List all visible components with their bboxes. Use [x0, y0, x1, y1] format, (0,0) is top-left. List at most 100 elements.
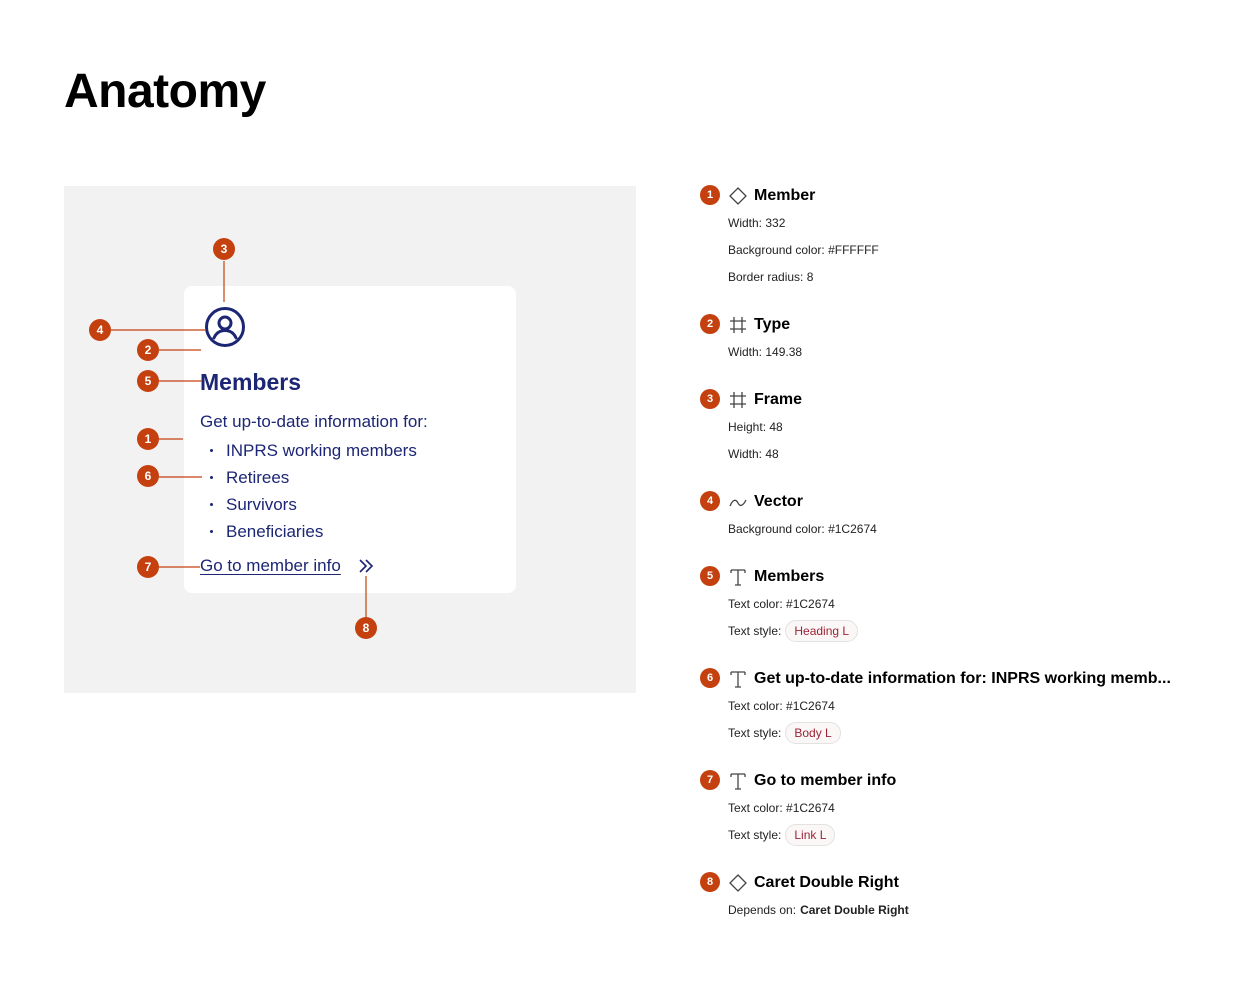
component-diamond-icon	[729, 874, 747, 892]
list-item: Retirees	[210, 464, 417, 491]
property-label: Width:	[728, 345, 763, 359]
caret-double-right-icon[interactable]	[358, 558, 374, 574]
property-value: #1C2674	[786, 699, 835, 713]
vector-curve-icon	[729, 499, 747, 507]
spec-header: 5 Members	[700, 566, 1220, 588]
bullet-dot	[210, 476, 213, 479]
property-value: 332	[765, 216, 786, 230]
spec-name: Vector	[754, 493, 803, 510]
property-label: Text style:	[728, 828, 782, 842]
text-t-icon	[730, 773, 746, 790]
property-label: Text style:	[728, 624, 782, 638]
marker-badge: 8	[355, 617, 377, 639]
list-item-text: INPRS working members	[226, 441, 417, 460]
spec-property: Text style: Link L	[728, 824, 1220, 846]
bullet-dot	[210, 449, 213, 452]
spec-property: Width: 149.38	[728, 341, 1220, 363]
bullet-dot	[210, 503, 213, 506]
page-title: Anatomy	[64, 65, 266, 118]
spec-property: Text style: Heading L	[728, 620, 1220, 642]
member-info-link[interactable]: Go to member info	[200, 554, 341, 578]
spec-property: Text style: Body L	[728, 722, 1220, 744]
list-item: Survivors	[210, 491, 417, 518]
marker-badge: 6	[137, 465, 159, 487]
preview-stage: Members Get up-to-date information for: …	[64, 186, 636, 693]
list-item: INPRS working members	[210, 437, 417, 464]
spec-heading-text: 5 Members Text color: #1C2674 Text style…	[700, 566, 1220, 642]
card-bullet-list: INPRS working members Retirees Survivors…	[210, 437, 417, 545]
list-item-text: Retirees	[226, 468, 290, 487]
component-diamond-icon	[729, 187, 747, 205]
card-heading: Members	[200, 369, 301, 395]
spec-header: 1 Member	[700, 185, 1220, 207]
spec-property: Background color: #1C2674	[728, 518, 1220, 540]
marker-badge: 1	[137, 428, 159, 450]
property-label: Text color:	[728, 597, 783, 611]
spec-number-badge: 2	[700, 314, 720, 334]
spec-number-badge: 7	[700, 770, 720, 790]
spec-name: Get up-to-date information for: INPRS wo…	[754, 670, 1171, 687]
member-card: Members Get up-to-date information for: …	[184, 286, 516, 593]
spec-link-text: 7 Go to member info Text color: #1C2674 …	[700, 770, 1220, 846]
property-label: Width:	[728, 447, 763, 461]
spec-caret: 8 Caret Double Right Depends on: Caret Do…	[700, 872, 1220, 921]
spec-property: Text color: #1C2674	[728, 695, 1220, 717]
property-label: Width:	[728, 216, 763, 230]
text-t-icon	[730, 671, 746, 688]
spec-property: Width: 48	[728, 443, 1220, 465]
spec-vector: 4 Vector Background color: #1C2674	[700, 491, 1220, 540]
spec-property: Border radius: 8	[728, 266, 1220, 288]
property-value: #1C2674	[786, 597, 835, 611]
spec-number-badge: 5	[700, 566, 720, 586]
spec-type: 2 Type Width: 149.38	[700, 314, 1220, 363]
spec-property: Height: 48	[728, 416, 1220, 438]
spec-property: Background color: #FFFFFF	[728, 239, 1220, 261]
property-value: 48	[769, 420, 783, 434]
spec-name: Member	[754, 187, 816, 204]
spec-number-badge: 6	[700, 668, 720, 688]
property-value: #FFFFFF	[828, 243, 879, 257]
spec-number-badge: 1	[700, 185, 720, 205]
list-item-text: Survivors	[226, 495, 297, 514]
marker-badge: 2	[137, 339, 159, 361]
spec-member: 1 Member Width: 332 Background color: #F…	[700, 185, 1220, 288]
spec-property: Depends on: Caret Double Right	[728, 899, 1220, 921]
spec-header: 6 Get up-to-date information for: INPRS …	[700, 668, 1220, 690]
marker-badge: 7	[137, 556, 159, 578]
spec-property: Text color: #1C2674	[728, 797, 1220, 819]
frame-hash-icon	[730, 392, 746, 408]
spec-header: 7 Go to member info	[700, 770, 1220, 792]
property-label: Background color:	[728, 243, 825, 257]
spec-number-badge: 8	[700, 872, 720, 892]
text-style-pill: Heading L	[785, 620, 859, 642]
property-label: Text color:	[728, 699, 783, 713]
list-item: Beneficiaries	[210, 518, 417, 545]
list-item-text: Beneficiaries	[226, 522, 324, 541]
spec-header: 8 Caret Double Right	[700, 872, 1220, 894]
spec-number-badge: 3	[700, 389, 720, 409]
spec-body-text: 6 Get up-to-date information for: INPRS …	[700, 668, 1220, 744]
spec-name: Caret Double Right	[754, 874, 899, 891]
property-label: Height:	[728, 420, 767, 434]
property-value: 149.38	[765, 345, 803, 359]
property-label: Border radius:	[728, 270, 804, 284]
spec-name: Frame	[754, 391, 803, 408]
property-value: 48	[765, 447, 779, 461]
spec-property: Width: 332	[728, 212, 1220, 234]
spec-name: Type	[754, 316, 791, 333]
property-label: Text color:	[728, 801, 783, 815]
user-circle-icon	[205, 307, 245, 347]
property-label: Depends on:	[728, 903, 797, 917]
property-value: 8	[806, 270, 814, 284]
spec-header: 4 Vector	[700, 491, 1220, 513]
spec-frame: 3 Frame Height: 48 Width: 48	[700, 389, 1220, 465]
marker-badge: 4	[89, 319, 111, 341]
text-style-pill: Link L	[785, 824, 836, 846]
spec-name: Members	[754, 568, 825, 585]
spec-header: 3 Frame	[700, 389, 1220, 411]
dependency-name: Caret Double Right	[800, 903, 909, 917]
property-label: Text style:	[728, 726, 782, 740]
property-label: Background color:	[728, 522, 825, 536]
card-intro: Get up-to-date information for:	[200, 412, 428, 431]
frame-hash-icon	[730, 317, 746, 333]
